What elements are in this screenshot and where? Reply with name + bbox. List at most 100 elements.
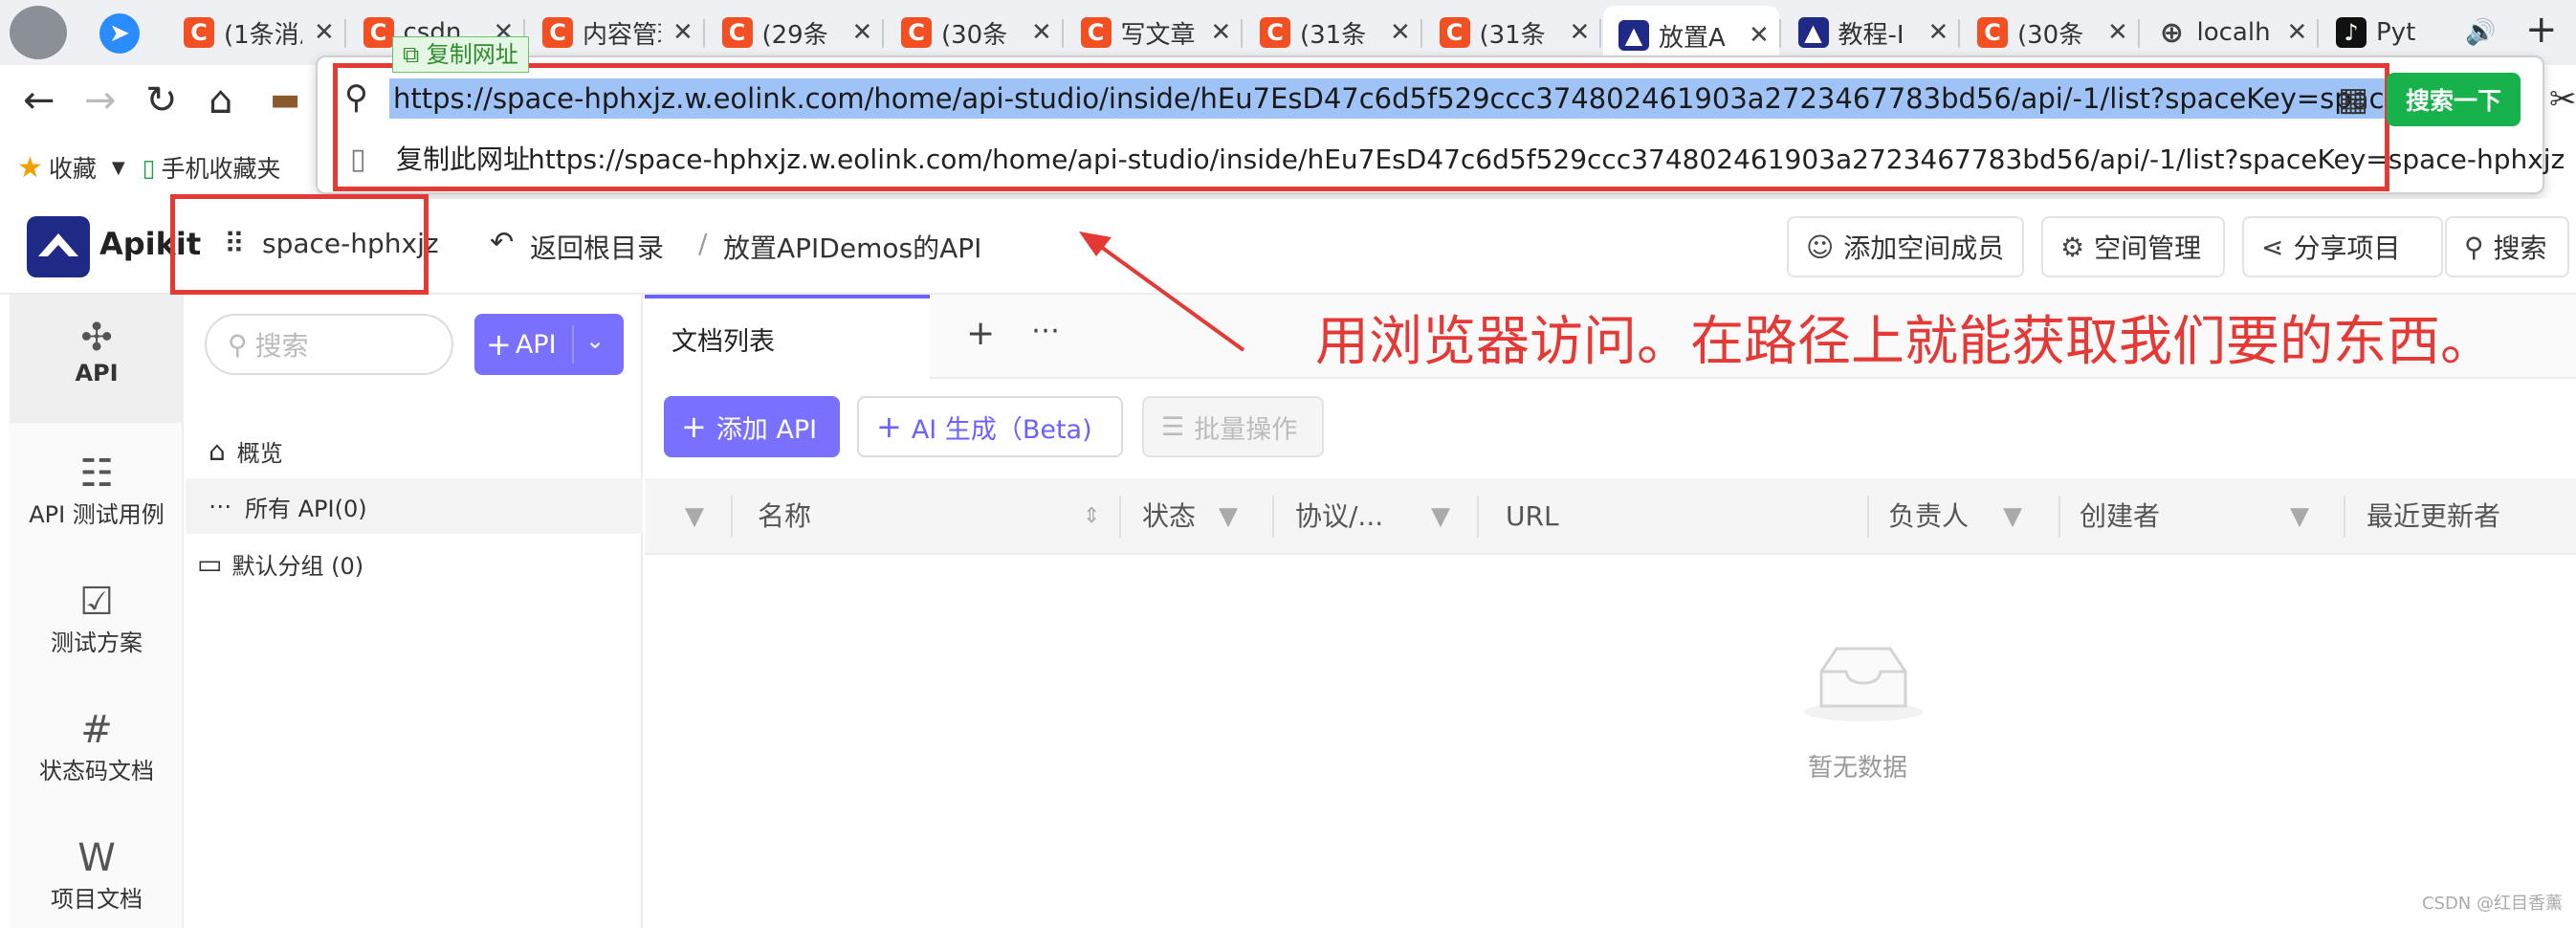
- batch-operation-button[interactable]: ☰ 批量操作: [1142, 396, 1324, 457]
- add-tab-icon[interactable]: +: [966, 314, 995, 353]
- filter-icon[interactable]: ▼: [2003, 478, 2022, 555]
- sidebar-search-input[interactable]: ⚲ 搜索: [205, 314, 453, 375]
- telegram-icon[interactable]: ➤: [99, 13, 140, 54]
- tab-separator: [1241, 19, 1243, 48]
- browser-tab[interactable]: C 写文章 ✕: [1066, 6, 1242, 59]
- filter-icon[interactable]: ▼: [1431, 478, 1450, 555]
- browser-tab[interactable]: C 内容管理 ✕: [527, 6, 703, 59]
- tree-label-default-group: 默认分组 (0): [231, 552, 364, 580]
- filter-icon[interactable]: ▼: [685, 478, 704, 555]
- gear-icon: ⚙: [2060, 231, 2085, 263]
- header-search-button[interactable]: ⚲ 搜索: [2445, 216, 2569, 277]
- filter-icon[interactable]: ▼: [1219, 478, 1238, 555]
- back-root-link[interactable]: 返回根目录: [530, 228, 664, 266]
- header-search-label: 搜索: [2493, 232, 2547, 264]
- tree-item-overview[interactable]: ⌂ 概览: [186, 423, 643, 478]
- csdn-favicon-icon: C: [1080, 17, 1112, 48]
- column-status[interactable]: 状态: [1142, 478, 1196, 555]
- column-last-updater[interactable]: 最近更新者: [2367, 478, 2500, 555]
- filter-icon[interactable]: ▼: [2290, 478, 2309, 555]
- tree-item-all-api[interactable]: ⋯ 所有 API(0): [186, 478, 643, 534]
- close-icon[interactable]: ✕: [1211, 18, 1232, 47]
- bookmark-mobile[interactable]: 手机收藏夹: [162, 150, 281, 185]
- rail-item-status-code[interactable]: # 状态码文档: [10, 695, 184, 809]
- close-icon[interactable]: ✕: [2107, 18, 2128, 47]
- close-icon[interactable]: ✕: [314, 18, 335, 47]
- browser-tab[interactable]: C (31条 ✕: [1244, 6, 1420, 59]
- new-tab-button[interactable]: +: [2525, 8, 2558, 52]
- tree-item-default-group[interactable]: ▭ 默认分组 (0): [186, 536, 643, 591]
- apikit-favicon-icon: ▲: [1797, 17, 1829, 48]
- close-icon[interactable]: ✕: [1749, 21, 1770, 50]
- tiktok-favicon-icon: ♪: [2336, 17, 2367, 48]
- browser-tab-title: (29条: [761, 20, 828, 50]
- back-arrow-icon[interactable]: ←: [23, 78, 55, 122]
- share-icon: ⋖: [2261, 231, 2284, 263]
- tree-label-overview: 概览: [236, 439, 283, 467]
- close-icon[interactable]: ✕: [1928, 18, 1949, 47]
- close-icon[interactable]: ✕: [852, 18, 873, 47]
- close-icon[interactable]: ✕: [2287, 18, 2308, 47]
- rail-item-api[interactable]: ✣ API: [10, 295, 184, 423]
- column-separator: [1477, 496, 1479, 538]
- close-icon[interactable]: ✕: [1570, 18, 1591, 47]
- close-icon[interactable]: ✕: [1390, 18, 1411, 47]
- rail-item-test-plan[interactable]: ☑ 测试方案: [10, 566, 184, 681]
- browser-tab-title: 放置A: [1659, 23, 1726, 53]
- chevron-down-icon[interactable]: ⌄: [585, 327, 605, 354]
- close-icon[interactable]: ✕: [1031, 18, 1052, 47]
- add-api-button[interactable]: + 添加 API: [664, 396, 840, 457]
- briefcase-icon[interactable]: ▬: [270, 80, 300, 119]
- column-url[interactable]: URL: [1506, 478, 1559, 555]
- column-protocol[interactable]: 协议/...: [1295, 478, 1383, 555]
- rail-label-test-cases: API 测试用例: [29, 501, 165, 528]
- sort-icon[interactable]: ⇕: [1083, 478, 1100, 555]
- forward-arrow-icon[interactable]: →: [84, 78, 117, 122]
- home-icon[interactable]: ⌂: [209, 78, 232, 122]
- column-owner[interactable]: 负责人: [1888, 478, 1969, 555]
- rail-item-project-doc[interactable]: W 项目文档: [10, 823, 184, 928]
- tab-separator: [1778, 19, 1781, 48]
- tab-separator: [2317, 19, 2319, 48]
- bookmark-favorites[interactable]: 收藏: [49, 150, 97, 185]
- browser-tab[interactable]: C (30条 ✕: [886, 6, 1062, 59]
- browser-tab[interactable]: ♪ Pyt 🔊: [2321, 6, 2497, 59]
- column-name[interactable]: 名称: [758, 478, 811, 555]
- tab-separator: [1958, 19, 1960, 48]
- close-icon[interactable]: ✕: [672, 18, 694, 47]
- annotation-red-box-space: [170, 194, 429, 295]
- profile-avatar[interactable]: [10, 6, 67, 59]
- column-separator: [2344, 496, 2345, 538]
- plus-icon: +: [681, 409, 707, 445]
- browser-tab[interactable]: ⊕ localh ✕: [2142, 6, 2318, 59]
- speaker-icon[interactable]: 🔊: [2465, 18, 2496, 47]
- browser-tab[interactable]: C (30条 ✕: [1962, 6, 2138, 59]
- undo-icon[interactable]: ↶: [490, 226, 514, 259]
- rail-label-status-code: 状态码文档: [39, 758, 154, 784]
- tab-doc-list[interactable]: 文档列表: [645, 295, 930, 379]
- share-project-button[interactable]: ⋖ 分享项目: [2242, 216, 2443, 277]
- more-tabs-icon[interactable]: ⋯: [1031, 314, 1060, 347]
- rail-item-test-cases[interactable]: ☷ API 测试用例: [10, 438, 184, 553]
- scissors-icon[interactable]: ✂: [2549, 80, 2576, 119]
- browser-tab[interactable]: ▲ 教程-I ✕: [1783, 6, 1959, 59]
- apikit-favicon-icon: ▲: [1618, 20, 1649, 51]
- add-user-icon: ☺: [1806, 231, 1835, 263]
- api-sidebar: ⚲ 搜索 + API ⌄ ⌂ 概览 ⋯ 所有 API(0) ▭ 默认分组 (0): [186, 295, 643, 928]
- column-creator[interactable]: 创建者: [2080, 478, 2160, 555]
- reload-icon[interactable]: ↻: [145, 78, 178, 122]
- browser-tab[interactable]: C (1条消息 ✕: [168, 6, 344, 59]
- home-icon: ⌂: [209, 434, 226, 467]
- browser-tab[interactable]: C (31条 ✕: [1424, 6, 1600, 59]
- rail-label-test-plan: 测试方案: [51, 630, 143, 656]
- add-member-button[interactable]: ☺ 添加空间成员: [1787, 216, 2024, 277]
- space-manage-button[interactable]: ⚙ 空间管理: [2041, 216, 2225, 277]
- browser-tab-title: 教程-I: [1838, 20, 1904, 50]
- chevron-down-icon[interactable]: ▼: [112, 158, 125, 178]
- ai-generate-button[interactable]: + AI 生成（Beta): [857, 396, 1123, 457]
- browser-tab[interactable]: C (29条 ✕: [707, 6, 883, 59]
- search-go-button[interactable]: 搜索一下: [2387, 73, 2521, 126]
- apikit-logo-icon[interactable]: [27, 216, 90, 277]
- copy-tooltip-text: 复制网址: [426, 41, 518, 68]
- add-api-split-button[interactable]: + API ⌄: [474, 314, 624, 375]
